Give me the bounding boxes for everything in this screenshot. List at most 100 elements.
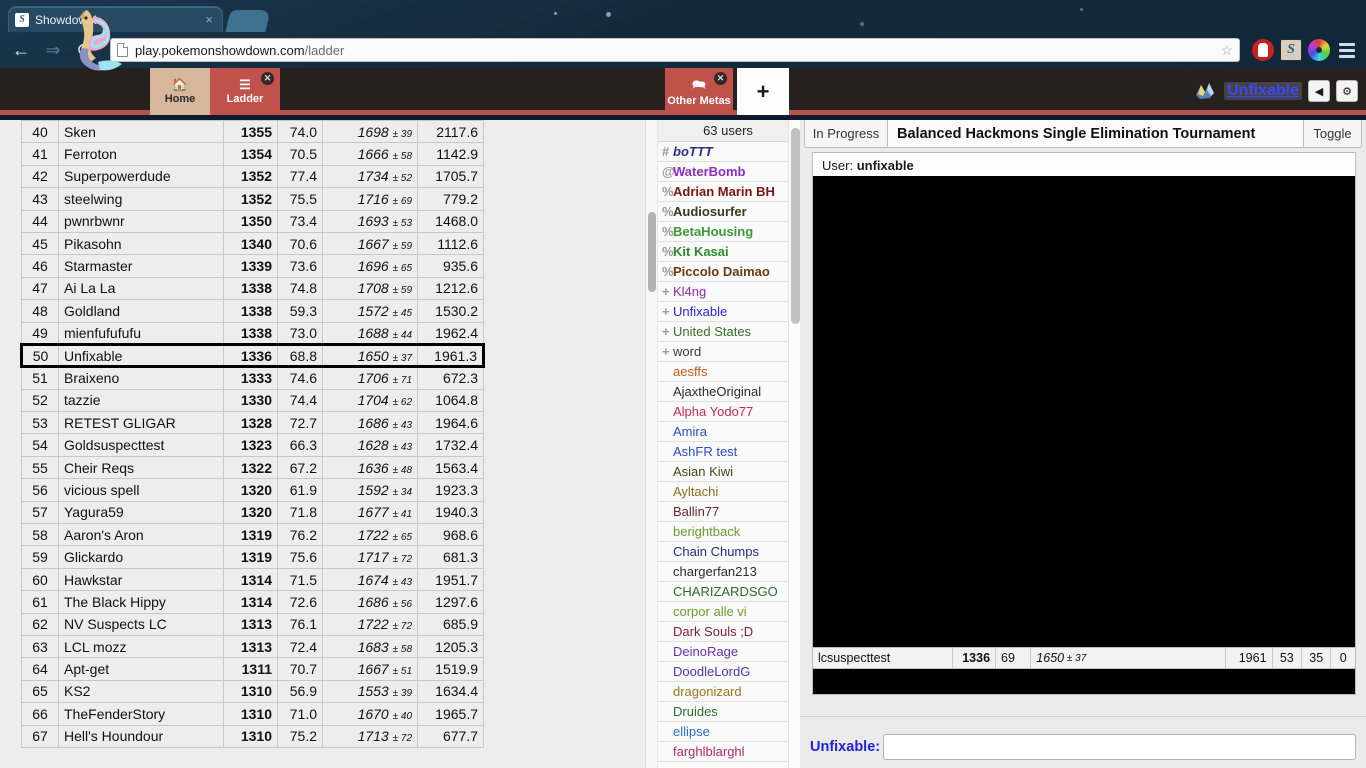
main-content: 40Sken135574.01698 ± 392117.641Ferroton1… <box>0 120 1366 768</box>
ladder-scrollbar[interactable] <box>645 120 657 768</box>
ladder-cell-rank: 58 <box>22 524 59 546</box>
list-item[interactable]: Druides <box>658 702 798 722</box>
table-row[interactable]: 63LCL mozz131372.41683 ± 581205.3 <box>22 635 484 657</box>
table-row[interactable]: 46Starmaster133973.61696 ± 65935.6 <box>22 255 484 277</box>
list-item[interactable]: +Unfixable <box>658 302 798 322</box>
table-row[interactable]: 44pwnrbwnr135073.41693 ± 531468.0 <box>22 210 484 232</box>
list-item[interactable]: berightback <box>658 522 798 542</box>
room-tab-bar: 🏠 Home ☰ Ladder ✕ <box>150 68 280 115</box>
userlist-count: 63 users <box>658 120 798 142</box>
table-row[interactable]: 40Sken135574.01698 ± 392117.6 <box>22 121 484 143</box>
list-item[interactable]: dragonizard <box>658 682 798 702</box>
new-browser-tab-button[interactable] <box>225 10 270 32</box>
browser-menu-icon[interactable] <box>1336 39 1358 61</box>
address-path: /ladder <box>305 43 345 58</box>
list-item[interactable]: %Piccolo Daimao <box>658 262 798 282</box>
table-row[interactable]: 53RETEST GLIGAR132872.71686 ± 431964.6 <box>22 412 484 434</box>
list-item[interactable]: +Kl4ng <box>658 282 798 302</box>
tournament-toggle-button[interactable]: Toggle <box>1304 120 1362 148</box>
list-item[interactable]: #boTTT <box>658 142 798 162</box>
list-item[interactable]: Ayltachi <box>658 482 798 502</box>
list-item[interactable]: corpor alle vi <box>658 602 798 622</box>
list-item[interactable]: DeinoRage <box>658 642 798 662</box>
userlist-scrollbar-thumb[interactable] <box>791 128 800 324</box>
ladder-cell-rank: 54 <box>22 434 59 456</box>
list-item[interactable]: farghlblarghl <box>658 742 798 762</box>
table-row[interactable]: 64Apt-get131170.71667 ± 511519.9 <box>22 658 484 680</box>
close-icon[interactable]: ✕ <box>261 72 274 85</box>
table-row[interactable]: 62NV Suspects LC131376.11722 ± 72685.9 <box>22 613 484 635</box>
list-item[interactable]: CHARIZARDSGO <box>658 582 798 602</box>
ladder-cell-name: vicious spell <box>59 479 224 501</box>
ladder-cell-gxe: 74.6 <box>278 367 323 389</box>
bookmark-star-icon[interactable]: ☆ <box>1220 42 1233 59</box>
bracket-canvas-top <box>812 176 1356 647</box>
list-item[interactable]: AshFR test <box>658 442 798 462</box>
table-row[interactable]: 59Glickardo131975.61717 ± 72681.3 <box>22 546 484 568</box>
chat-input[interactable] <box>883 734 1356 760</box>
table-row[interactable]: 41Ferroton135470.51666 ± 581142.9 <box>22 143 484 165</box>
list-item[interactable]: DoodleLordG <box>658 662 798 682</box>
close-icon[interactable]: ✕ <box>714 72 727 85</box>
table-row[interactable]: 66TheFenderStory131071.01670 ± 401965.7 <box>22 703 484 725</box>
room-tab-other-metas[interactable]: 🗪 Other Metas ✕ <box>665 68 733 115</box>
room-tab-home-label: Home <box>165 93 196 105</box>
list-item[interactable]: chargerfan213 <box>658 562 798 582</box>
table-row[interactable]: 49mienfufufufu133873.01688 ± 441962.4 <box>22 322 484 344</box>
list-item[interactable]: +United States <box>658 322 798 342</box>
table-row[interactable]: 60Hawkstar131471.51674 ± 431951.7 <box>22 568 484 590</box>
sound-icon[interactable]: ◀ <box>1308 80 1330 102</box>
list-item[interactable]: Alpha Yodo77 <box>658 402 798 422</box>
list-item[interactable]: %Kit Kasai <box>658 242 798 262</box>
list-item[interactable]: Dark Souls ;D <box>658 622 798 642</box>
table-row[interactable]: 47Ai La La133874.81708 ± 591212.6 <box>22 277 484 299</box>
add-room-button[interactable]: + <box>737 68 789 115</box>
table-row[interactable]: 61The Black Hippy131472.61686 ± 561297.6 <box>22 591 484 613</box>
list-item[interactable]: Amira <box>658 422 798 442</box>
back-icon[interactable]: ← <box>8 37 34 63</box>
close-icon[interactable]: × <box>202 12 216 27</box>
table-row[interactable]: 54Goldsuspecttest132366.31628 ± 431732.4 <box>22 434 484 456</box>
list-item[interactable]: Ballin77 <box>658 502 798 522</box>
list-item[interactable]: aesffs <box>658 362 798 382</box>
room-tab-ladder[interactable]: ☰ Ladder ✕ <box>210 68 280 115</box>
table-row[interactable]: 56vicious spell132061.91592 ± 341923.3 <box>22 479 484 501</box>
showdown-extension-icon[interactable]: S <box>1280 39 1302 61</box>
table-row[interactable]: 55Cheir Reqs132267.21636 ± 481563.4 <box>22 456 484 478</box>
address-bar[interactable]: play.pokemonshowdown.com/ladder ☆ <box>110 38 1240 62</box>
table-row[interactable]: 51Braixeno133374.61706 ± 71672.3 <box>22 367 484 389</box>
table-row[interactable]: 45Pikasohn134070.61667 ± 591112.6 <box>22 232 484 254</box>
list-item[interactable]: %BetaHousing <box>658 222 798 242</box>
userlist-body: #boTTT@WaterBomb%Adrian Marin BH%Audiosu… <box>658 142 798 762</box>
user-rank-symbol: % <box>662 182 673 202</box>
room-tab-home[interactable]: 🏠 Home <box>150 68 210 115</box>
ladder-cell-gxe: 68.8 <box>278 344 323 366</box>
table-row[interactable]: 65KS2131056.91553 ± 391634.4 <box>22 680 484 702</box>
user-name: United States <box>673 324 751 339</box>
table-row[interactable]: 57Yagura59132071.81677 ± 411940.3 <box>22 501 484 523</box>
list-item[interactable]: AjaxtheOriginal <box>658 382 798 402</box>
list-item[interactable]: @WaterBomb <box>658 162 798 182</box>
table-row[interactable]: 52tazzie133074.41704 ± 621064.8 <box>22 389 484 411</box>
list-item[interactable]: ellipse <box>658 722 798 742</box>
table-row[interactable]: 58Aaron's Aron131976.21722 ± 65968.6 <box>22 524 484 546</box>
user-name: Dark Souls ;D <box>673 624 753 639</box>
user-name: chargerfan213 <box>673 564 757 579</box>
colorwheel-icon[interactable] <box>1308 39 1330 61</box>
list-item[interactable]: Asian Kiwi <box>658 462 798 482</box>
table-row[interactable]: 67Hell's Houndour131075.21713 ± 72677.7 <box>22 725 484 747</box>
gear-icon[interactable]: ⚙ <box>1336 80 1358 102</box>
list-item[interactable]: Chain Chumps <box>658 542 798 562</box>
table-row[interactable]: 48Goldland133859.31572 ± 451530.2 <box>22 300 484 322</box>
ladder-cell-glicko: 1713 ± 72 <box>323 725 418 747</box>
userlist-scrollbar[interactable] <box>788 120 800 768</box>
list-item[interactable]: %Audiosurfer <box>658 202 798 222</box>
adblock-icon[interactable] <box>1252 39 1274 61</box>
list-item[interactable]: +word <box>658 342 798 362</box>
table-row[interactable]: 42Superpowerdude135277.41734 ± 521705.7 <box>22 165 484 187</box>
current-username[interactable]: Unfixable <box>1224 82 1302 100</box>
list-item[interactable]: %Adrian Marin BH <box>658 182 798 202</box>
table-row[interactable]: 50Unfixable133668.81650 ± 371961.3 <box>22 344 484 366</box>
table-row[interactable]: 43steelwing135275.51716 ± 69779.2 <box>22 188 484 210</box>
ladder-scrollbar-thumb[interactable] <box>648 212 656 292</box>
